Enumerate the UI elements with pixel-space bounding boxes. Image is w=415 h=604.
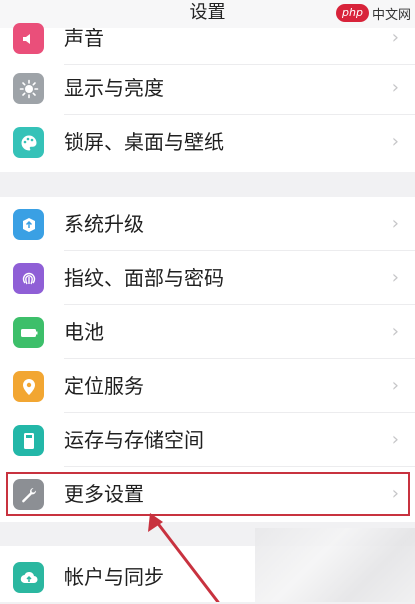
annotation-arrow: [148, 513, 220, 602]
